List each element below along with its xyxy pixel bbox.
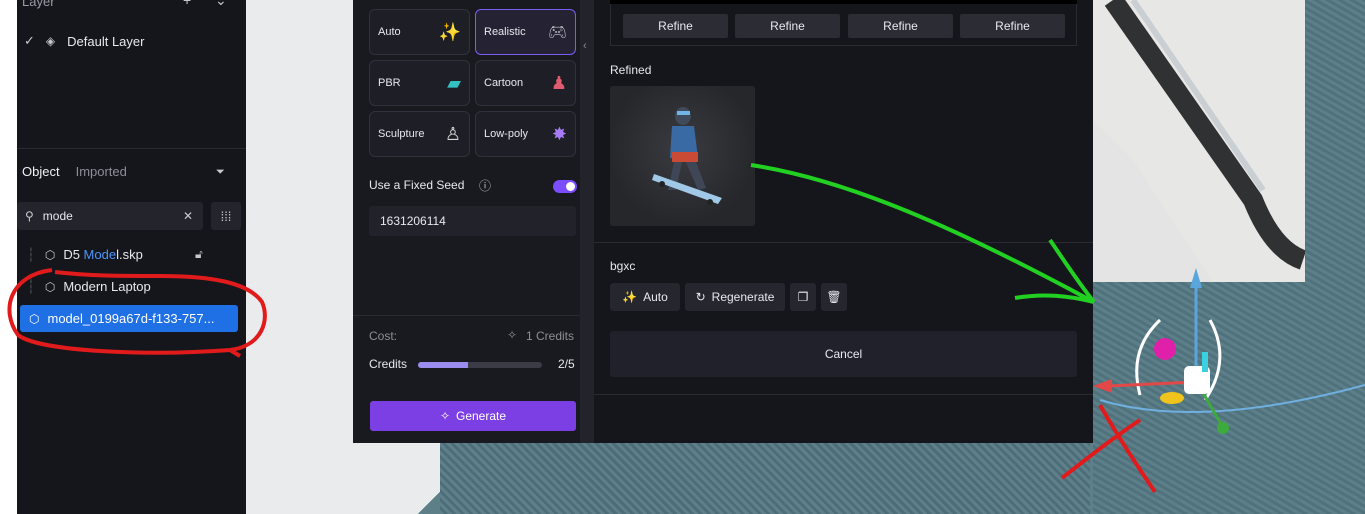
transform-gizmo[interactable] xyxy=(1093,268,1365,434)
green-annotation-arrow xyxy=(750,163,1091,302)
annotation-overlay xyxy=(7,163,1365,494)
red-annotation-circle xyxy=(7,268,267,355)
red-x-stroke-1 xyxy=(1098,404,1157,494)
green-arrowhead-1 xyxy=(1048,238,1096,304)
red-annotation-tail xyxy=(228,348,242,358)
